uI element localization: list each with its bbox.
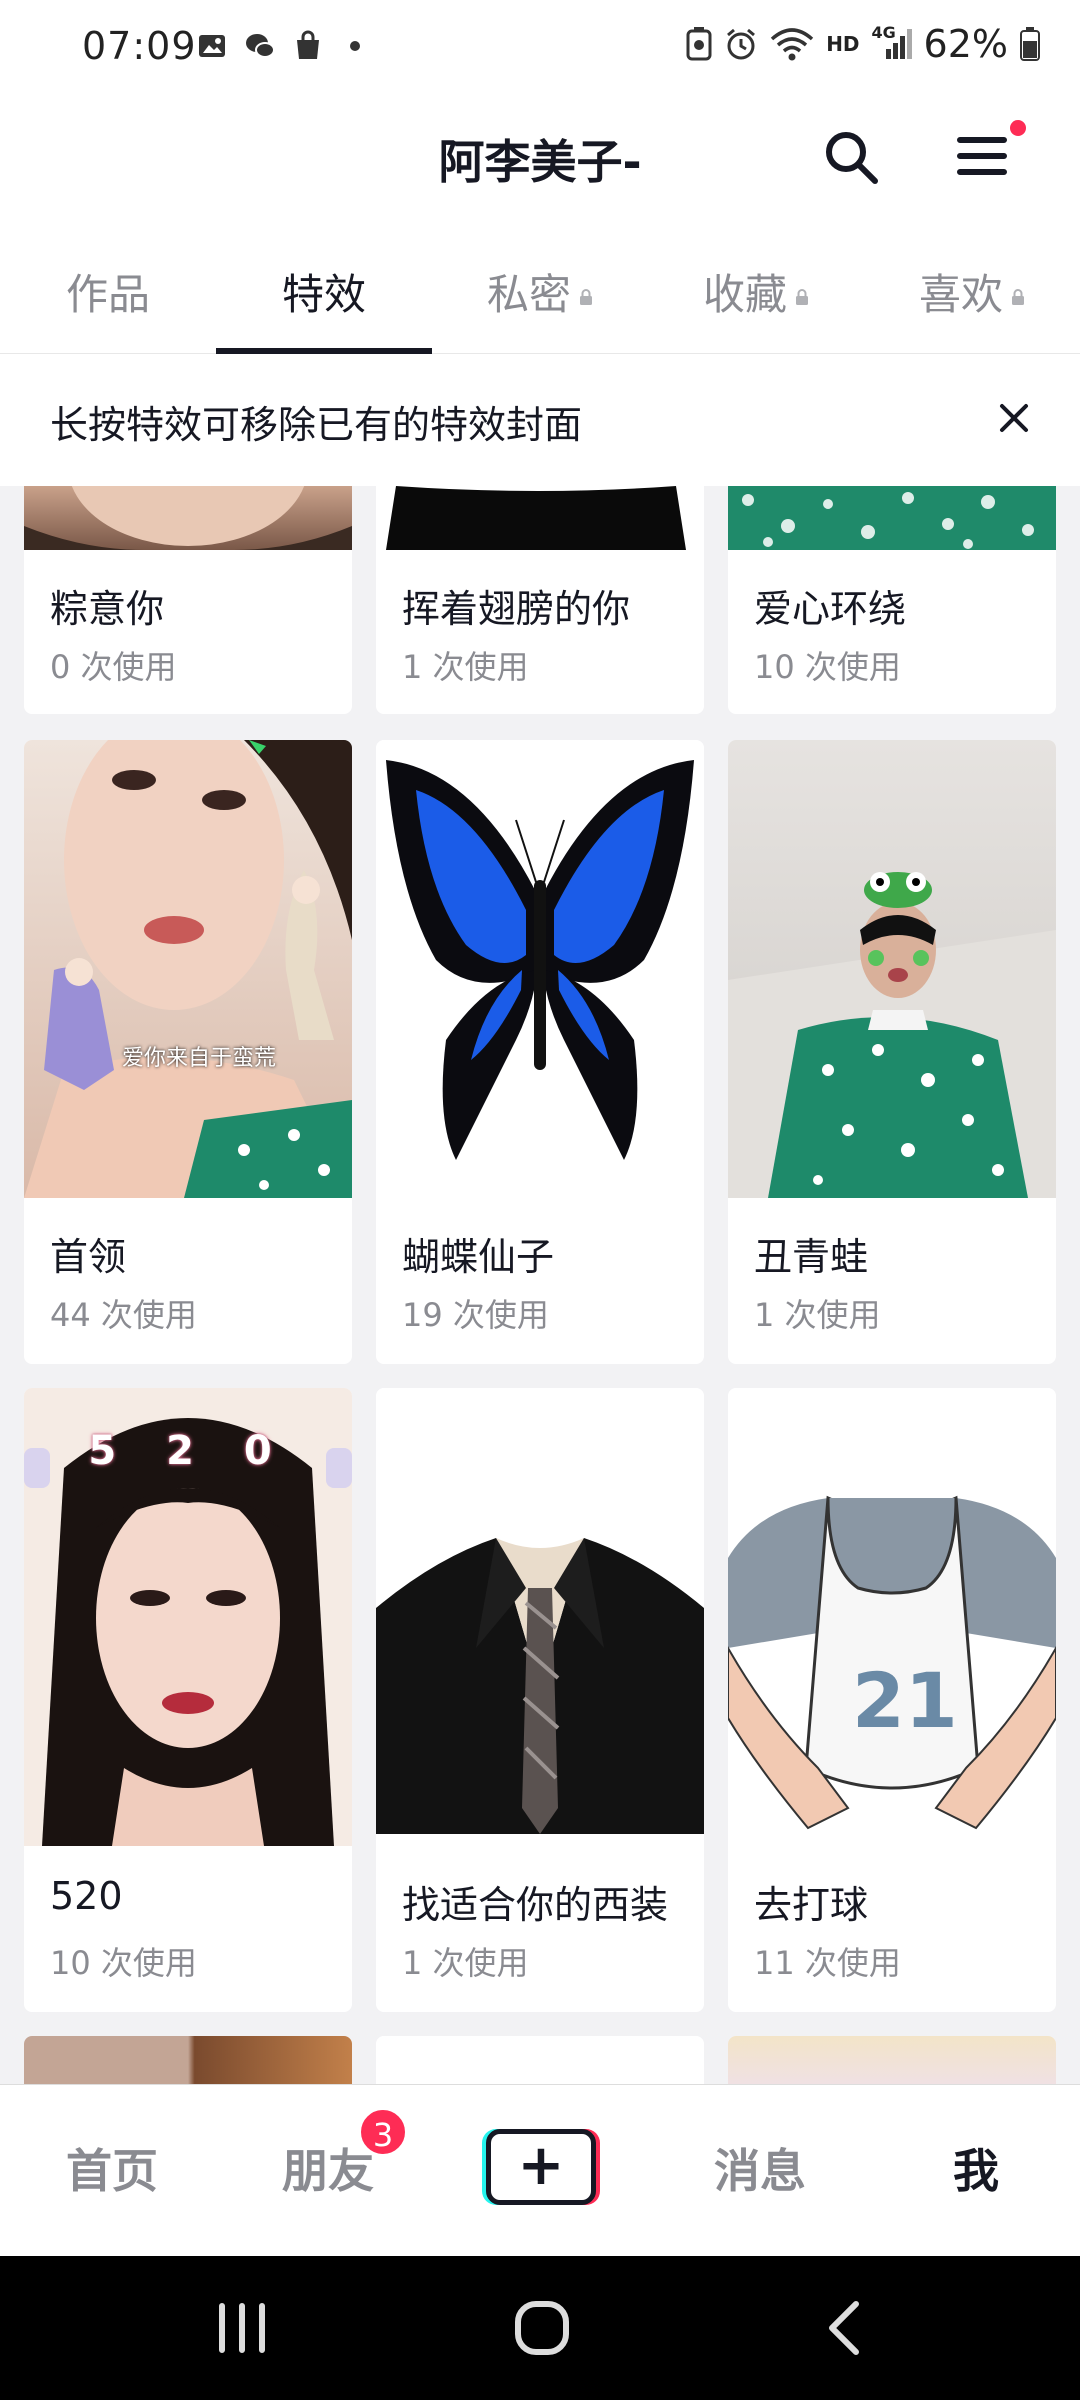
effect-usage-count: 1 次使用 [754,1296,881,1334]
effects-grid: 粽意你 0 次使用 挥着翅膀的你 1 次使用 爱心环绕 10 次使用 爱你来自于… [0,486,1080,2084]
effect-name: 蝴蝶仙子 [402,1235,555,1279]
effect-thumbnail [24,2036,352,2084]
effect-thumbnail: 5 2 0 [24,1388,352,1846]
effect-thumbnail [728,740,1056,1198]
effect-card[interactable]: 21 去打球 11 次使用 [728,1388,1056,2012]
active-tab-indicator [216,348,432,354]
system-navigation-bar [0,2256,1080,2400]
thumbnail-overlay-text: 5 2 0 [88,1428,290,1474]
effect-name: 去打球 [754,1883,869,1927]
thumbnail-overlay-text: 21 [852,1656,958,1745]
menu-icon[interactable] [956,130,1008,182]
effect-thumbnail: 爱你来自于蛮荒 [24,740,352,1198]
status-system-icons: HD 4G 62% [686,22,1040,66]
wechat-icon [246,34,275,58]
lock-icon [796,289,808,305]
effect-card[interactable]: 丑青蛙 1 次使用 [728,740,1056,1364]
page-title: 阿李美子- [438,135,642,189]
lock-icon [580,289,592,305]
effect-card[interactable]: 爱你来自于蛮荒 首领 44 次使用 [24,740,352,1364]
effect-name: 粽意你 [50,587,165,631]
status-bar: 07:09 HD 4G 62% [0,0,1080,96]
status-notification-icons [196,30,360,62]
effect-name: 挥着翅膀的你 [402,587,631,631]
effect-usage-count: 0 次使用 [50,648,177,686]
effect-card[interactable]: 蝴蝶仙子 19 次使用 [376,740,704,1364]
effect-usage-count: 1 次使用 [402,648,529,686]
battery-icon [1020,27,1040,61]
effect-usage-count: 19 次使用 [402,1296,549,1334]
shopping-bag-icon [297,30,319,59]
effect-card[interactable] [24,2036,352,2084]
friends-badge: 3 [358,2107,408,2157]
effect-thumbnail [376,486,704,550]
more-notifications-dot [350,41,360,51]
thumbnail-overlay-text: 爱你来自于蛮荒 [122,1046,277,1071]
effect-thumbnail [376,2036,704,2084]
tab-private[interactable]: 私密 [432,240,648,354]
home-icon[interactable] [514,2300,570,2356]
effect-usage-count: 10 次使用 [50,1944,197,1982]
create-button[interactable]: + [486,2129,596,2205]
battery-percent: 62% [923,22,1008,66]
effect-name: 找适合你的西装 [402,1883,669,1927]
effect-usage-count: 11 次使用 [754,1944,901,1982]
effect-card[interactable]: 找适合你的西装 1 次使用 [376,1388,704,2012]
profile-header: 阿李美子- [0,96,1080,220]
bottom-navigation: 首页 朋友 3 + 消息 我 [0,2084,1080,2256]
effect-card[interactable] [728,2036,1056,2084]
nav-me[interactable]: 我 [868,2085,1080,2257]
effect-usage-count: 10 次使用 [754,648,901,686]
effect-thumbnail [376,740,704,1198]
effect-usage-count: 1 次使用 [402,1944,529,1982]
effect-card[interactable]: 粽意你 0 次使用 [24,486,352,714]
tab-works[interactable]: 作品 [0,240,216,354]
search-icon[interactable] [822,128,880,186]
alarm-icon [727,28,756,60]
effect-usage-count: 44 次使用 [50,1296,197,1334]
hd-label: HD [826,32,860,56]
wifi-icon [771,28,814,61]
effect-thumbnail [728,486,1056,550]
status-time: 07:09 [82,24,197,68]
effect-card[interactable]: 5 2 0 520 10 次使用 [24,1388,352,2012]
signal-icon: 4G [872,23,912,61]
tab-effects[interactable]: 特效 [216,240,432,354]
profile-tabs: 作品 特效 私密 收藏 喜欢 [0,240,1080,354]
notice-banner: 长按特效可移除已有的特效封面 [0,356,1080,486]
nav-messages[interactable]: 消息 [652,2085,868,2257]
tab-likes[interactable]: 喜欢 [864,240,1080,354]
nav-home[interactable]: 首页 [4,2085,220,2257]
battery-saver-icon [686,27,712,61]
close-icon[interactable] [998,402,1030,434]
effect-card[interactable]: 挥着翅膀的你 1 次使用 [376,486,704,714]
effect-card[interactable]: 爱心环绕 10 次使用 [728,486,1056,714]
back-icon[interactable] [824,2300,864,2356]
effect-thumbnail: 21 [728,1388,1056,1846]
recent-apps-icon[interactable] [214,2300,270,2356]
plus-icon: + [517,2133,565,2198]
menu-notification-dot [1010,120,1026,136]
nav-friends[interactable]: 朋友 [220,2085,436,2257]
notice-text: 长按特效可移除已有的特效封面 [50,403,583,447]
gallery-icon [199,35,225,57]
effect-name: 520 [50,1874,123,1918]
lock-icon [1012,289,1024,305]
effect-name: 首领 [50,1235,127,1279]
effect-thumbnail [728,2036,1056,2084]
tab-favorites[interactable]: 收藏 [648,240,864,354]
effect-thumbnail [376,1388,704,1846]
effect-name: 爱心环绕 [754,587,907,631]
effect-card[interactable] [376,2036,704,2084]
effect-thumbnail [24,486,352,550]
effect-name: 丑青蛙 [754,1235,869,1279]
